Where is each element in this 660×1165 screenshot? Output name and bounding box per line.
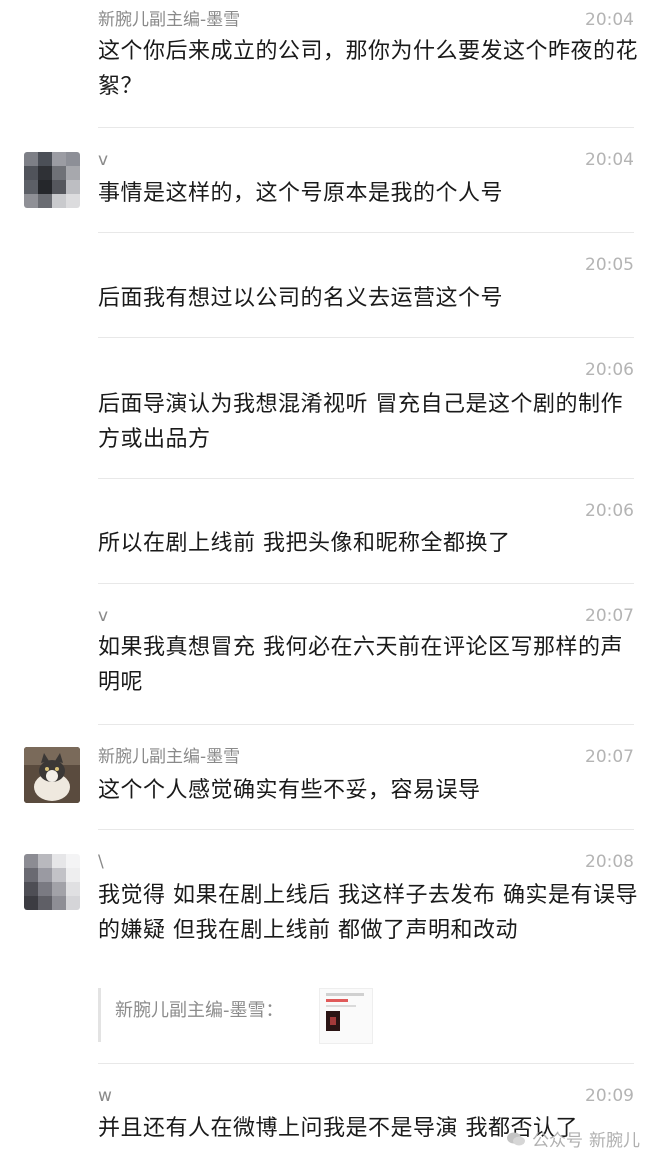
- message-text: 我觉得 如果在剧上线后 我这样子去发布 确实是有误导的嫌疑 但我在剧上线前 都做…: [98, 883, 638, 943]
- screenshot-thumbnail-image: [326, 993, 364, 1031]
- quoted-image-thumbnail[interactable]: [319, 988, 373, 1044]
- quote-sender: 新腕儿副主编-墨雪：: [115, 1000, 284, 1021]
- message-text: 后面导演认为我想混淆视听 冒充自己是这个剧的制作方或出品方: [98, 392, 623, 452]
- wechat-official-icon: [506, 1131, 526, 1147]
- divider: [98, 478, 634, 479]
- sender-name: v: [98, 606, 109, 626]
- chat-history: 新腕儿副主编-墨雪 20:04 这个你后来成立的公司，那你为什么要发这个昨夜的花…: [0, 0, 660, 1165]
- message-text: 事情是这样的，这个号原本是我的个人号: [98, 181, 504, 206]
- message-time: 20:07: [585, 747, 634, 767]
- message-time: 20:06: [585, 501, 634, 521]
- message-time: 20:09: [585, 1086, 634, 1106]
- blurred-avatar-image: [24, 854, 80, 910]
- divider: [98, 724, 634, 725]
- watermark: 公众号 新腕儿: [506, 1126, 640, 1151]
- quoted-message[interactable]: 新腕儿副主编-墨雪：: [98, 988, 381, 1044]
- sender-name: 新腕儿副主编-墨雪: [98, 10, 241, 30]
- divider: [98, 1063, 634, 1064]
- message-text: 后面我有想过以公司的名义去运营这个号: [98, 286, 504, 311]
- divider: [98, 232, 634, 233]
- message-text: 所以在剧上线前 我把头像和昵称全都换了: [98, 531, 511, 556]
- message-text: 这个个人感觉确实有些不妥，容易误导: [98, 778, 481, 803]
- watermark-source: 公众号: [532, 1131, 583, 1151]
- message-time: 20:04: [585, 150, 634, 170]
- sender-name: w: [98, 1086, 112, 1106]
- sender-name: \: [98, 852, 104, 872]
- message-time: 20:04: [585, 10, 634, 30]
- cat-avatar-image: [24, 747, 80, 803]
- message-time: 20:07: [585, 606, 634, 626]
- watermark-account: 新腕儿: [589, 1131, 640, 1151]
- avatar[interactable]: [24, 747, 80, 803]
- divider: [98, 829, 634, 830]
- divider: [98, 583, 634, 584]
- avatar[interactable]: [24, 152, 80, 208]
- message-time: 20:08: [585, 852, 634, 872]
- message-text: 这个你后来成立的公司，那你为什么要发这个昨夜的花絮？: [98, 39, 639, 99]
- divider: [98, 337, 634, 338]
- message-text: 如果我真想冒充 我何必在六天前在评论区写那样的声明呢: [98, 635, 623, 695]
- sender-name: 新腕儿副主编-墨雪: [98, 747, 241, 767]
- sender-name: v: [98, 150, 109, 170]
- avatar[interactable]: [24, 854, 80, 910]
- message-time: 20:06: [585, 360, 634, 380]
- divider: [98, 127, 634, 128]
- message-time: 20:05: [585, 255, 634, 275]
- blurred-avatar-image: [24, 152, 80, 208]
